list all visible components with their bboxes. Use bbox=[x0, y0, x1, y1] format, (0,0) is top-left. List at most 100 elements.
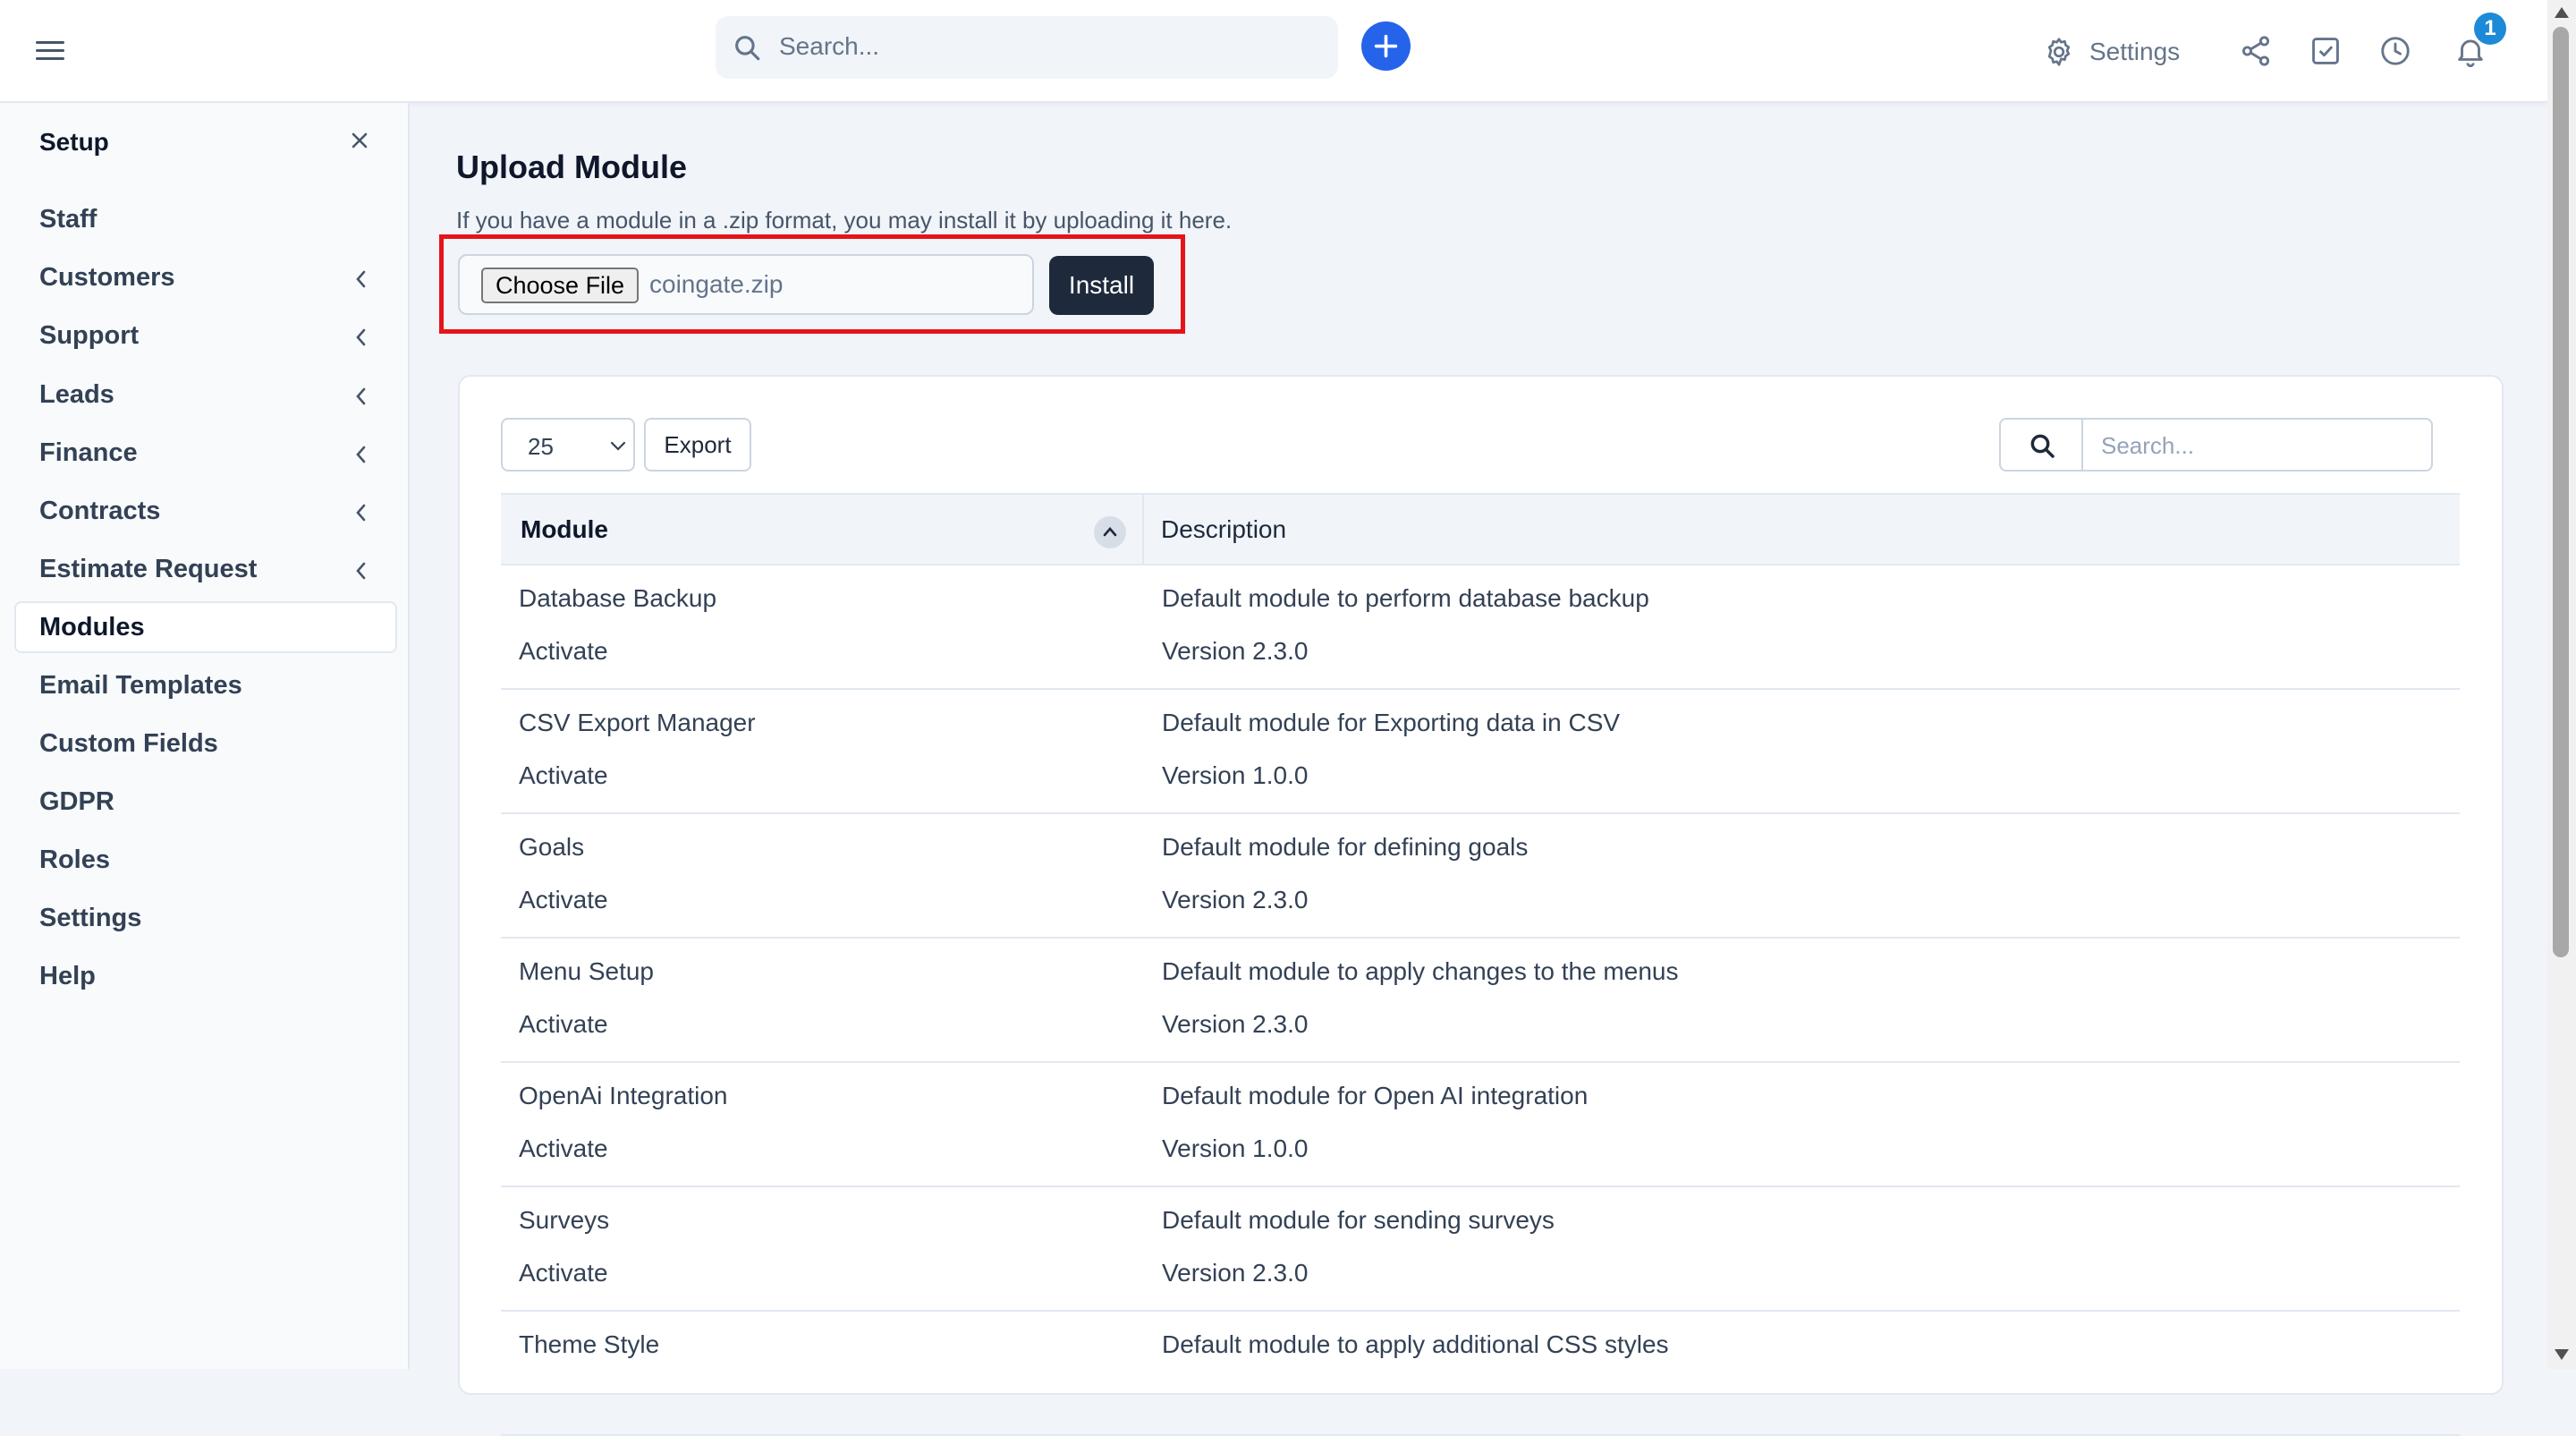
sidebar-title: Setup bbox=[39, 128, 109, 156]
install-button[interactable]: Install bbox=[1049, 256, 1154, 315]
module-description: Default module to perform database backu… bbox=[1162, 584, 1649, 612]
column-header-module[interactable]: Module bbox=[521, 515, 608, 544]
table-row: CSV Export Manager Activate Default module… bbox=[501, 690, 2460, 814]
global-search-input[interactable]: Search... bbox=[716, 16, 1338, 79]
table-search-input[interactable]: Search... bbox=[1999, 418, 2433, 472]
checkbox-icon[interactable] bbox=[2309, 34, 2343, 68]
clock-icon[interactable] bbox=[2378, 34, 2412, 68]
choose-file-button[interactable]: Choose File bbox=[481, 268, 640, 303]
page-title: Upload Module bbox=[456, 149, 687, 185]
sidebar-item-gdpr[interactable]: GDPR bbox=[14, 776, 397, 828]
module-version: Version 2.3.0 bbox=[1162, 1010, 1309, 1038]
module-description: Default module for sending surveys bbox=[1162, 1206, 1555, 1234]
menu-icon[interactable] bbox=[36, 41, 64, 61]
sidebar-item-label: Finance bbox=[39, 438, 138, 467]
sidebar-item-label: Roles bbox=[39, 845, 110, 874]
chevron-left-icon bbox=[356, 328, 366, 346]
module-version: Version 1.0.0 bbox=[1162, 1134, 1309, 1162]
file-upload-input[interactable]: Choose File coingate.zip bbox=[458, 254, 1034, 315]
module-description: Default module for Exporting data in CSV bbox=[1162, 709, 1621, 736]
sidebar-item-label: Estimate Request bbox=[39, 554, 258, 583]
sidebar-item-email-templates[interactable]: Email Templates bbox=[14, 659, 397, 711]
sidebar-item-modules[interactable]: Modules bbox=[14, 601, 397, 653]
table-search-button[interactable] bbox=[2001, 420, 2083, 470]
search-placeholder: Search... bbox=[779, 32, 880, 60]
settings-link[interactable]: Settings bbox=[2043, 34, 2180, 70]
settings-label: Settings bbox=[2089, 38, 2181, 65]
close-icon[interactable] bbox=[349, 130, 370, 151]
activate-link[interactable]: Activate bbox=[519, 886, 608, 914]
page-length-value: 25 bbox=[528, 433, 554, 460]
sidebar-item-label: Email Templates bbox=[39, 670, 242, 700]
sidebar-item-customers[interactable]: Customers bbox=[14, 251, 397, 303]
table-search-placeholder: Search... bbox=[2101, 432, 2195, 459]
scroll-down-arrow-icon[interactable] bbox=[2555, 1349, 2569, 1360]
activate-link[interactable]: Activate bbox=[519, 1134, 608, 1163]
sidebar-item-finance[interactable]: Finance bbox=[14, 427, 397, 479]
chevron-left-icon bbox=[356, 446, 366, 463]
share-icon[interactable] bbox=[2239, 34, 2273, 68]
activate-link[interactable]: Activate bbox=[519, 1010, 608, 1039]
sidebar-item-custom-fields[interactable]: Custom Fields bbox=[14, 718, 397, 769]
upload-description: If you have a module in a .zip format, y… bbox=[456, 207, 1233, 234]
module-name: Theme Style bbox=[519, 1330, 660, 1358]
sidebar-item-contracts[interactable]: Contracts bbox=[14, 485, 397, 537]
module-version: Version 1.0.0 bbox=[1162, 761, 1309, 789]
sidebar-item-label: Settings bbox=[39, 903, 142, 932]
module-name: Menu Setup bbox=[519, 957, 654, 985]
sidebar-item-support[interactable]: Support bbox=[14, 310, 397, 361]
module-description: Default module for Open AI integration bbox=[1162, 1082, 1589, 1109]
table-row: OpenAi Integration Activate Default module… bbox=[501, 1063, 2460, 1187]
sidebar-item-staff[interactable]: Staff bbox=[14, 193, 397, 245]
module-name: Surveys bbox=[519, 1206, 610, 1234]
table-header: Module Description bbox=[501, 493, 2460, 565]
scrollbar-thumb[interactable] bbox=[2553, 27, 2569, 957]
quick-create-button[interactable] bbox=[1361, 21, 1411, 71]
chevron-left-icon bbox=[356, 562, 366, 580]
column-header-description[interactable]: Description bbox=[1161, 515, 1286, 544]
module-description: Default module to apply additional CSS s… bbox=[1162, 1330, 1669, 1358]
column-divider bbox=[1142, 495, 1144, 565]
sidebar-item-roles[interactable]: Roles bbox=[14, 834, 397, 886]
sidebar-item-label: Contracts bbox=[39, 496, 161, 525]
table-row: Theme Style Default module to apply addit… bbox=[501, 1312, 2460, 1436]
activate-link[interactable]: Activate bbox=[519, 761, 608, 790]
module-version: Version 2.3.0 bbox=[1162, 886, 1309, 913]
page-scrollbar[interactable] bbox=[2547, 0, 2576, 1369]
page-length-select[interactable]: 25 bbox=[501, 418, 635, 472]
sidebar-item-label: Custom Fields bbox=[39, 728, 218, 758]
sidebar-item-label: GDPR bbox=[39, 786, 114, 816]
module-description: Default module for defining goals bbox=[1162, 833, 1529, 861]
plus-icon bbox=[1374, 34, 1398, 58]
sort-ascending-button[interactable] bbox=[1094, 516, 1126, 548]
sidebar-item-estimate-request[interactable]: Estimate Request bbox=[14, 543, 397, 595]
table-row: Surveys Activate Default module for sendin… bbox=[501, 1187, 2460, 1312]
scroll-up-arrow-icon[interactable] bbox=[2555, 7, 2569, 18]
search-icon bbox=[2030, 434, 2055, 458]
chevron-left-icon bbox=[356, 504, 366, 522]
notification-badge: 1 bbox=[2474, 13, 2506, 45]
module-name: OpenAi Integration bbox=[519, 1082, 728, 1109]
sidebar-item-leads[interactable]: Leads bbox=[14, 369, 397, 421]
sidebar-item-label: Help bbox=[39, 961, 96, 990]
module-name: Goals bbox=[519, 833, 585, 861]
module-version: Version 2.3.0 bbox=[1162, 1259, 1309, 1287]
module-name: Database Backup bbox=[519, 584, 717, 612]
gear-icon bbox=[2047, 38, 2071, 66]
sidebar-item-label: Customers bbox=[39, 262, 175, 292]
module-name: CSV Export Manager bbox=[519, 709, 756, 736]
module-version: Version 2.3.0 bbox=[1162, 637, 1309, 665]
chevron-up-icon bbox=[1103, 527, 1117, 537]
search-icon bbox=[735, 36, 760, 61]
sidebar-item-label: Staff bbox=[39, 204, 97, 234]
sidebar-item-help[interactable]: Help bbox=[14, 950, 397, 1002]
table-row: Menu Setup Activate Default module to appl… bbox=[501, 939, 2460, 1063]
sidebar-item-label: Leads bbox=[39, 379, 114, 409]
chevron-down-icon bbox=[610, 441, 626, 451]
table-row: Database Backup Activate Default module to… bbox=[501, 565, 2460, 690]
sidebar-item-settings[interactable]: Settings bbox=[14, 892, 397, 944]
sidebar-item-label: Modules bbox=[39, 612, 145, 642]
activate-link[interactable]: Activate bbox=[519, 1259, 608, 1287]
activate-link[interactable]: Activate bbox=[519, 637, 608, 666]
export-button[interactable]: Export bbox=[644, 418, 751, 472]
